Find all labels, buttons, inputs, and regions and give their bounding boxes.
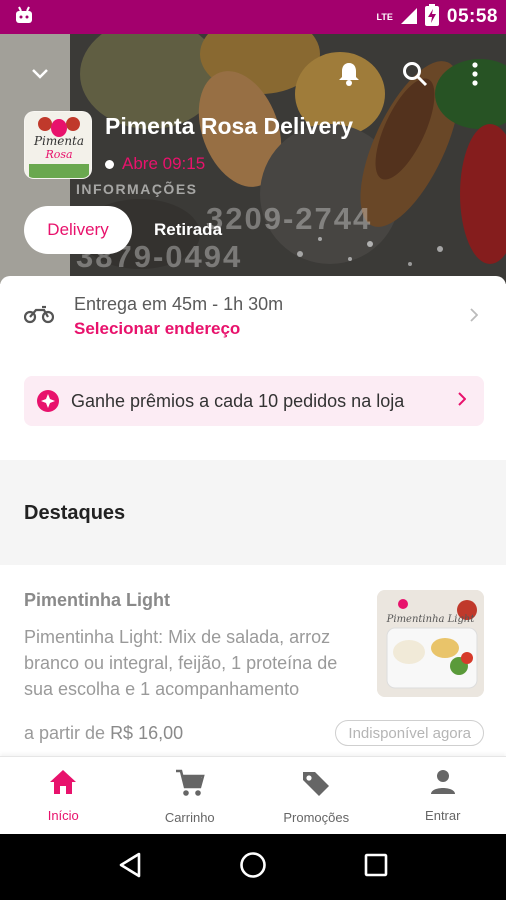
status-bar: LTE 05:58 xyxy=(0,0,506,34)
rewards-star-icon xyxy=(37,390,59,412)
chevron-right-icon xyxy=(458,392,467,411)
product-price: R$ 16,00 xyxy=(110,723,184,743)
home-button-icon[interactable] xyxy=(239,851,267,884)
pickup-toggle[interactable]: Retirada xyxy=(148,206,228,254)
nav-cart-label: Carrinho xyxy=(164,810,215,825)
home-icon xyxy=(49,769,77,800)
price-prefix: a partir de xyxy=(24,723,106,743)
nav-cart[interactable]: Carrinho xyxy=(127,757,254,834)
chevron-down-icon[interactable] xyxy=(22,56,58,92)
section-title: Destaques xyxy=(24,502,126,524)
clock: 05:58 xyxy=(446,6,498,27)
battery-charging-icon xyxy=(424,3,439,31)
select-address-link[interactable]: Selecionar endereço xyxy=(74,319,240,339)
person-icon xyxy=(430,769,456,800)
delivery-address-row[interactable]: Entrega em 45m - 1h 30m Selecionar ender… xyxy=(0,276,506,356)
bell-icon[interactable] xyxy=(331,56,367,92)
delivery-eta: Entrega em 45m - 1h 30m xyxy=(74,294,284,314)
chevron-right-icon xyxy=(470,308,479,327)
app-screen: LTE 05:58 Pimenta Rosa Pimenta Rosa Deli… xyxy=(0,0,506,900)
system-navigation-bar xyxy=(0,834,506,900)
product-photo: Pimentinha Light xyxy=(377,590,484,697)
rewards-text: Ganhe prêmios a cada 10 pedidos na loja xyxy=(71,390,405,411)
recents-icon[interactable] xyxy=(364,853,388,882)
product-name: Pimentinha Light xyxy=(24,590,170,610)
photo-caption: Pimentinha Light xyxy=(386,614,475,625)
nav-promotions[interactable]: Promoções xyxy=(253,757,380,834)
more-vert-icon[interactable] xyxy=(457,56,493,92)
nav-home[interactable]: Início xyxy=(0,757,127,834)
status-dot xyxy=(105,159,114,169)
signal-icon xyxy=(400,6,417,29)
store-header: Pimenta Rosa Pimenta Rosa Delivery Abre … xyxy=(0,34,506,284)
motorcycle-icon xyxy=(23,304,55,329)
cart-icon xyxy=(175,769,205,802)
back-icon[interactable] xyxy=(118,852,142,883)
store-content: Entrega em 45m - 1h 30m Selecionar ender… xyxy=(0,276,506,756)
store-logo: Pimenta Rosa xyxy=(24,111,92,179)
availability-badge: Indisponível agora xyxy=(335,720,484,746)
logo-text-1: Pimenta xyxy=(33,134,85,148)
nav-promotions-label: Promoções xyxy=(283,810,350,825)
tag-icon xyxy=(301,769,331,802)
product-description: Pimentinha Light: Mix de salada, arroz b… xyxy=(24,627,338,699)
product-card[interactable]: Pimentinha Light Pimentinha Light: Mix d… xyxy=(0,566,506,756)
logo-text-2: Rosa xyxy=(45,148,73,161)
nav-login-label: Entrar xyxy=(425,808,461,823)
phone-number-1: 3209-2744 xyxy=(206,201,373,236)
network-type: LTE xyxy=(376,12,393,22)
delivery-toggle[interactable]: Delivery xyxy=(24,206,132,254)
nav-login[interactable]: Entrar xyxy=(380,757,506,834)
android-notification-icon xyxy=(14,6,34,29)
rewards-banner[interactable]: Ganhe prêmios a cada 10 pedidos na loja xyxy=(24,376,484,426)
opening-status: Abre 09:15 xyxy=(122,154,206,173)
bottom-navigation: Início Carrinho Promoções Entrar xyxy=(0,756,506,834)
nav-home-label: Início xyxy=(47,808,79,823)
info-link[interactable]: INFORMAÇÕES xyxy=(76,181,198,197)
search-icon[interactable] xyxy=(397,56,433,92)
store-name: Pimenta Rosa Delivery xyxy=(105,113,354,139)
